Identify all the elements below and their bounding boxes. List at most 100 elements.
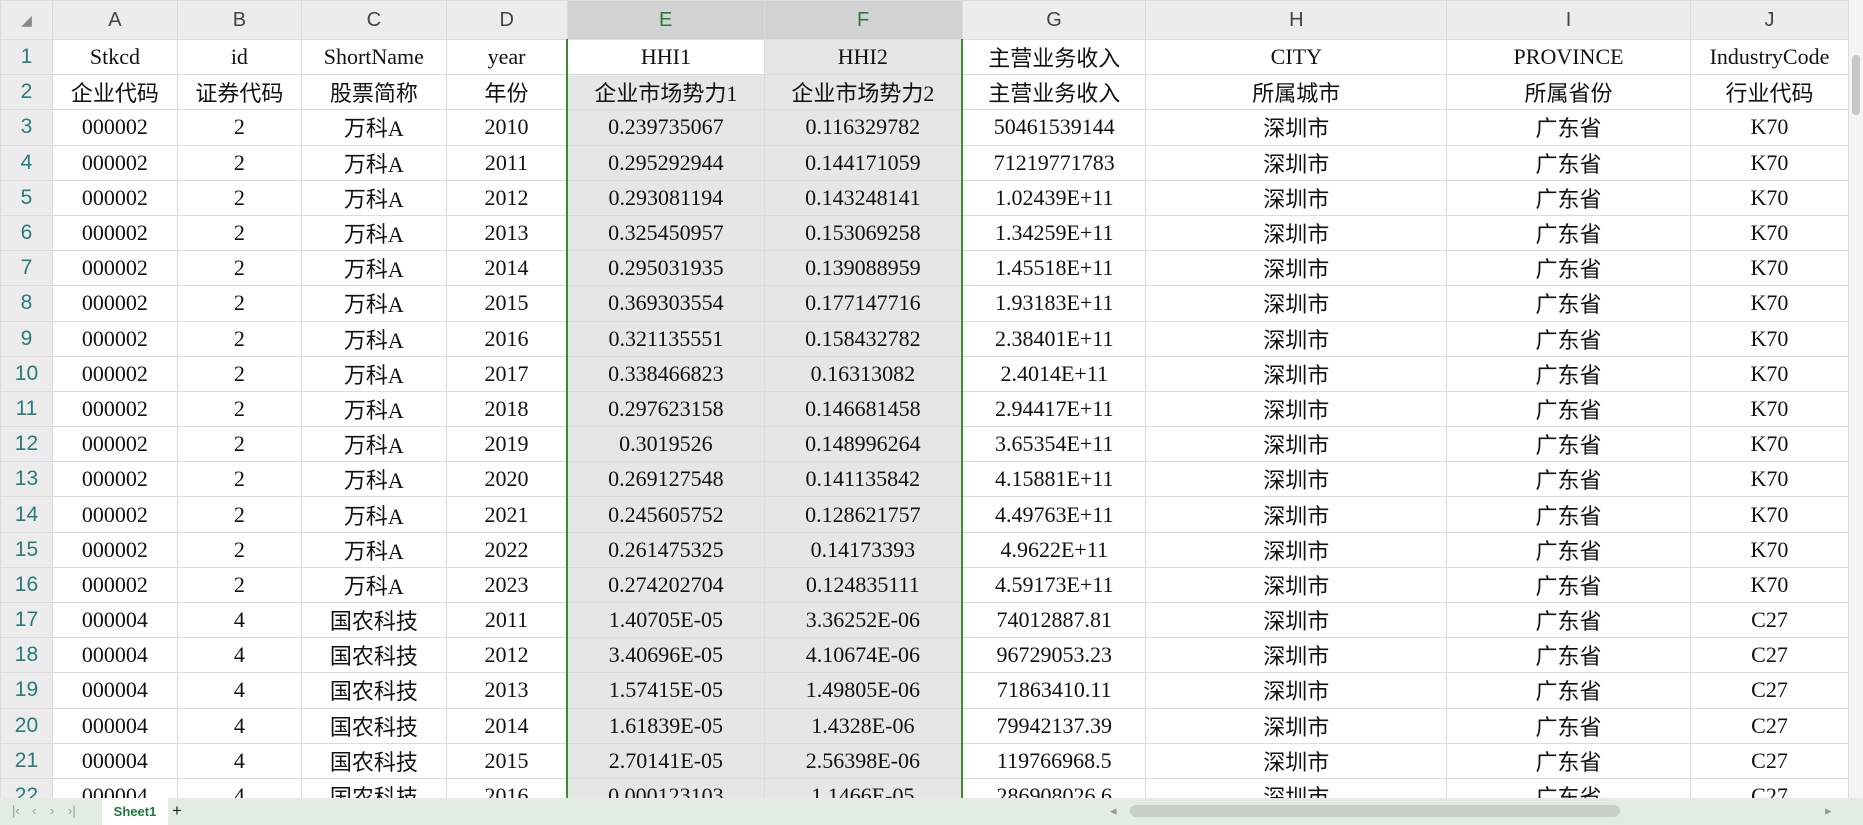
- cell-f7[interactable]: 0.139088959: [763, 250, 964, 287]
- cell-a21[interactable]: 000004: [51, 742, 178, 779]
- last-sheet-icon[interactable]: ›|: [68, 803, 76, 818]
- cell-c4[interactable]: 万科A: [300, 144, 447, 181]
- row-header[interactable]: 4: [0, 144, 53, 181]
- cell-i12[interactable]: 广东省: [1446, 426, 1691, 463]
- cell-g22[interactable]: 286908026.6: [961, 777, 1147, 798]
- cell-e5[interactable]: 0.293081194: [566, 179, 765, 216]
- cell-i14[interactable]: 广东省: [1446, 496, 1691, 533]
- cell-e11[interactable]: 0.297623158: [566, 390, 765, 428]
- cell-d17[interactable]: 2011: [445, 601, 568, 639]
- cell-a4[interactable]: 000002: [51, 144, 178, 181]
- cell-b18[interactable]: 4: [176, 637, 302, 674]
- column-header-b[interactable]: B: [176, 0, 302, 40]
- cell-e1[interactable]: HHI1: [566, 38, 765, 76]
- row-header[interactable]: 3: [0, 109, 53, 146]
- cell-j7[interactable]: K70: [1689, 250, 1849, 287]
- cell-b10[interactable]: 2: [176, 355, 302, 392]
- cell-i2[interactable]: 所属省份: [1446, 74, 1691, 111]
- cell-i5[interactable]: 广东省: [1446, 179, 1691, 216]
- row-header[interactable]: 2: [0, 74, 53, 111]
- cell-b12[interactable]: 2: [176, 426, 302, 463]
- cell-a14[interactable]: 000002: [51, 496, 178, 533]
- cell-j14[interactable]: K70: [1689, 496, 1849, 533]
- cell-a15[interactable]: 000002: [51, 531, 178, 568]
- cell-g9[interactable]: 2.38401E+11: [961, 320, 1147, 357]
- cell-c11[interactable]: 万科A: [300, 390, 447, 428]
- cell-h1[interactable]: CITY: [1145, 38, 1448, 76]
- cell-b21[interactable]: 4: [176, 742, 302, 779]
- cell-g11[interactable]: 2.94417E+11: [961, 390, 1147, 428]
- cell-f4[interactable]: 0.144171059: [763, 144, 964, 181]
- cell-e7[interactable]: 0.295031935: [566, 250, 765, 287]
- cell-h6[interactable]: 深圳市: [1145, 214, 1448, 252]
- cell-g5[interactable]: 1.02439E+11: [961, 179, 1147, 216]
- cell-f22[interactable]: 1.1466E-05: [763, 777, 964, 798]
- cell-b17[interactable]: 4: [176, 601, 302, 639]
- cell-c17[interactable]: 国农科技: [300, 601, 447, 639]
- row-header[interactable]: 6: [0, 214, 53, 252]
- cell-e12[interactable]: 0.3019526: [566, 426, 765, 463]
- cell-e4[interactable]: 0.295292944: [566, 144, 765, 181]
- scroll-right-icon[interactable]: ▸: [1825, 803, 1832, 819]
- cell-c10[interactable]: 万科A: [300, 355, 447, 392]
- cell-d10[interactable]: 2017: [445, 355, 568, 392]
- cell-h19[interactable]: 深圳市: [1145, 672, 1448, 709]
- cell-b14[interactable]: 2: [176, 496, 302, 533]
- cell-e17[interactable]: 1.40705E-05: [566, 601, 765, 639]
- cell-i9[interactable]: 广东省: [1446, 320, 1691, 357]
- cell-g8[interactable]: 1.93183E+11: [961, 285, 1147, 322]
- cell-d19[interactable]: 2013: [445, 672, 568, 709]
- cell-j11[interactable]: K70: [1689, 390, 1849, 428]
- cell-i19[interactable]: 广东省: [1446, 672, 1691, 709]
- cell-f11[interactable]: 0.146681458: [763, 390, 964, 428]
- column-header-a[interactable]: A: [51, 0, 178, 40]
- cell-d22[interactable]: 2016: [445, 777, 568, 798]
- cell-b4[interactable]: 2: [176, 144, 302, 181]
- row-header[interactable]: 13: [0, 461, 53, 498]
- cell-b8[interactable]: 2: [176, 285, 302, 322]
- cell-a19[interactable]: 000004: [51, 672, 178, 709]
- cell-g15[interactable]: 4.9622E+11: [961, 531, 1147, 568]
- cell-b7[interactable]: 2: [176, 250, 302, 287]
- cell-a3[interactable]: 000002: [51, 109, 178, 146]
- cell-i1[interactable]: PROVINCE: [1446, 38, 1691, 76]
- cell-a13[interactable]: 000002: [51, 461, 178, 498]
- sheet-tab-sheet1[interactable]: Sheet1: [102, 798, 168, 825]
- cell-d12[interactable]: 2019: [445, 426, 568, 463]
- column-header-g[interactable]: G: [961, 0, 1147, 40]
- cell-b5[interactable]: 2: [176, 179, 302, 216]
- cell-a18[interactable]: 000004: [51, 637, 178, 674]
- cell-g20[interactable]: 79942137.39: [961, 707, 1147, 744]
- cell-e9[interactable]: 0.321135551: [566, 320, 765, 357]
- cell-f1[interactable]: HHI2: [763, 38, 964, 76]
- row-header[interactable]: 17: [0, 601, 53, 639]
- cell-b3[interactable]: 2: [176, 109, 302, 146]
- cell-i17[interactable]: 广东省: [1446, 601, 1691, 639]
- cell-f16[interactable]: 0.124835111: [763, 566, 964, 604]
- cell-h18[interactable]: 深圳市: [1145, 637, 1448, 674]
- cell-d11[interactable]: 2018: [445, 390, 568, 428]
- cell-i18[interactable]: 广东省: [1446, 637, 1691, 674]
- cell-f15[interactable]: 0.14173393: [763, 531, 964, 568]
- cell-h17[interactable]: 深圳市: [1145, 601, 1448, 639]
- cell-c13[interactable]: 万科A: [300, 461, 447, 498]
- cell-c5[interactable]: 万科A: [300, 179, 447, 216]
- cell-a11[interactable]: 000002: [51, 390, 178, 428]
- cell-c7[interactable]: 万科A: [300, 250, 447, 287]
- cell-g4[interactable]: 71219771783: [961, 144, 1147, 181]
- cell-g6[interactable]: 1.34259E+11: [961, 214, 1147, 252]
- cell-f10[interactable]: 0.16313082: [763, 355, 964, 392]
- cell-d13[interactable]: 2020: [445, 461, 568, 498]
- cell-a1[interactable]: Stkcd: [51, 38, 178, 76]
- select-all-corner[interactable]: ◢: [0, 0, 53, 40]
- cell-i15[interactable]: 广东省: [1446, 531, 1691, 568]
- row-header[interactable]: 15: [0, 531, 53, 568]
- row-header[interactable]: 19: [0, 672, 53, 709]
- cell-f13[interactable]: 0.141135842: [763, 461, 964, 498]
- cell-f21[interactable]: 2.56398E-06: [763, 742, 964, 779]
- cell-j1[interactable]: IndustryCode: [1689, 38, 1849, 76]
- cell-d14[interactable]: 2021: [445, 496, 568, 533]
- cell-h22[interactable]: 深圳市: [1145, 777, 1448, 798]
- cell-d16[interactable]: 2023: [445, 566, 568, 604]
- cell-e8[interactable]: 0.369303554: [566, 285, 765, 322]
